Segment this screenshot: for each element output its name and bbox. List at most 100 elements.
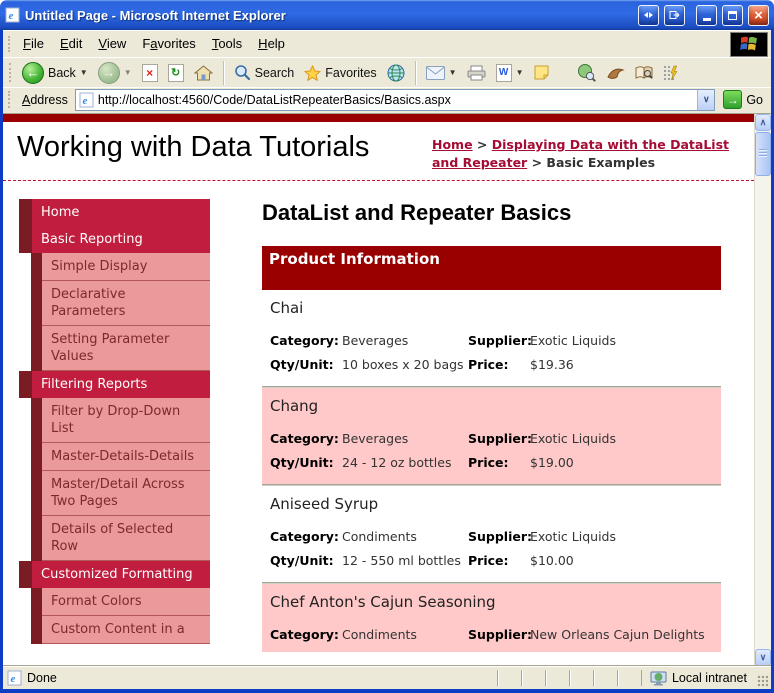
page-body: Home Basic Reporting Simple Display Decl… xyxy=(3,181,754,652)
back-label: Back xyxy=(48,65,76,80)
toolbar-grip[interactable] xyxy=(9,63,12,82)
address-label: Address xyxy=(22,92,68,107)
sidebar-item-label[interactable]: Details of Selected Row xyxy=(42,516,210,561)
sidebar-section-header[interactable]: Filtering Reports xyxy=(19,371,210,398)
history-button[interactable] xyxy=(383,62,409,84)
maximize-button[interactable] xyxy=(722,4,743,26)
category-value: Condiments xyxy=(342,529,417,544)
menu-favorites[interactable]: Favorites xyxy=(134,32,203,55)
sidebar-item[interactable]: Filter by Drop-Down List xyxy=(31,398,210,443)
scroll-down-button[interactable]: ∨ xyxy=(755,649,771,666)
sidebar-item[interactable]: Declarative Parameters xyxy=(31,281,210,326)
sidebar-section-label[interactable]: Home xyxy=(32,199,210,226)
sidebar-section-header[interactable]: Home xyxy=(19,199,210,226)
address-input[interactable]: e http://localhost:4560/Code/DataListRep… xyxy=(74,88,716,111)
scrollbar-track[interactable] xyxy=(755,177,771,649)
sidebar-item-label[interactable]: Custom Content in a xyxy=(42,616,210,644)
sidebar-item[interactable]: Master/Detail Across Two Pages xyxy=(31,471,210,516)
mail-dropdown-icon[interactable]: ▼ xyxy=(449,68,457,77)
close-button[interactable]: × xyxy=(748,4,769,26)
edit-dropdown-icon[interactable]: ▼ xyxy=(516,68,524,77)
forward-button[interactable]: → ▼ xyxy=(94,60,136,86)
breadcrumb-home-link[interactable]: Home xyxy=(432,137,473,152)
favorites-button[interactable]: Favorites xyxy=(300,63,380,83)
status-panel xyxy=(544,670,569,686)
sidebar-item-label[interactable]: Filter by Drop-Down List xyxy=(42,398,210,443)
address-dropdown-button[interactable]: ∨ xyxy=(697,89,715,110)
qty-label: Qty/Unit: xyxy=(270,455,334,470)
menu-view[interactable]: View xyxy=(90,32,134,55)
price-label: Price: xyxy=(468,553,509,568)
sidebar-item[interactable]: Master-Details-Details xyxy=(31,443,210,471)
research-globe-icon xyxy=(577,64,596,82)
breadcrumb-separator: > xyxy=(531,154,543,170)
bird-addon-button[interactable] xyxy=(602,63,629,83)
menu-file[interactable]: File xyxy=(15,32,52,55)
sidebar-item-label[interactable]: Master-Details-Details xyxy=(42,443,210,471)
edit-with-word-button[interactable]: W ▼ xyxy=(492,62,528,84)
search-icon xyxy=(234,65,250,81)
sidebar-item[interactable]: Format Colors xyxy=(31,588,210,616)
sidebar-item-label[interactable]: Declarative Parameters xyxy=(42,281,210,326)
resize-grip[interactable] xyxy=(757,675,769,687)
sidebar-accent-strip xyxy=(31,616,42,644)
address-bar: Address e http://localhost:4560/Code/Dat… xyxy=(3,87,771,113)
address-url[interactable]: http://localhost:4560/Code/DataListRepea… xyxy=(98,93,693,107)
sidebar-item[interactable]: Custom Content in a xyxy=(31,616,210,644)
product-row-qty: Qty/Unit: 10 boxes x 20 bags Price: $19.… xyxy=(270,357,713,372)
menu-edit[interactable]: Edit xyxy=(52,32,90,55)
zone-label: Local intranet xyxy=(671,671,747,685)
sidebar-item-label[interactable]: Master/Detail Across Two Pages xyxy=(42,471,210,516)
grid-lightning-icon xyxy=(663,65,677,80)
sidebar-item-label[interactable]: Format Colors xyxy=(42,588,210,616)
toolbar-grip[interactable] xyxy=(8,91,11,108)
status-text: Done xyxy=(27,671,57,685)
scroll-up-button[interactable]: ∧ xyxy=(755,114,771,131)
mail-button[interactable]: ▼ xyxy=(422,64,461,82)
product-information-banner: Product Information xyxy=(262,246,721,290)
back-button[interactable]: ← Back ▼ xyxy=(18,60,92,86)
menu-tools[interactable]: Tools xyxy=(204,32,250,55)
sidebar-item-label[interactable]: Simple Display xyxy=(42,253,210,281)
window-frame: File Edit View Favorites Tools Help ← Back ▼ … xyxy=(0,30,774,693)
sidebar-section-header[interactable]: Customized Formatting xyxy=(19,561,210,588)
menu-help[interactable]: Help xyxy=(250,32,293,55)
discuss-button[interactable] xyxy=(530,63,553,82)
search-button[interactable]: Search xyxy=(230,62,299,83)
book-search-button[interactable] xyxy=(631,63,657,82)
supplier-value: Exotic Liquids xyxy=(530,333,616,348)
sidebar-section-label[interactable]: Customized Formatting xyxy=(32,561,210,588)
grid-lightning-button[interactable] xyxy=(659,63,683,83)
sidebar-section-label[interactable]: Filtering Reports xyxy=(32,371,210,398)
home-button[interactable] xyxy=(190,63,217,83)
browser-viewport: Working with Data Tutorials Home > Displ… xyxy=(3,113,771,666)
print-button[interactable] xyxy=(463,63,490,83)
ie-logo-icon: e xyxy=(5,7,20,23)
sidebar-item-label[interactable]: Setting Parameter Values xyxy=(42,326,210,371)
sidebar-item[interactable]: Setting Parameter Values xyxy=(31,326,210,371)
sidebar-section-header[interactable]: Basic Reporting xyxy=(19,226,210,253)
back-dropdown-icon[interactable]: ▼ xyxy=(80,68,88,77)
price-label: Price: xyxy=(468,357,509,372)
product-list: Chai Category: Beverages Supplier: Exoti… xyxy=(262,290,721,652)
svg-text:e: e xyxy=(9,10,14,22)
scrollbar-thumb[interactable] xyxy=(755,132,771,176)
qty-value: 10 boxes x 20 bags xyxy=(342,357,464,372)
go-button[interactable]: → Go xyxy=(720,90,766,109)
window-popout-button[interactable] xyxy=(664,4,685,26)
vertical-scrollbar[interactable]: ∧ ∨ xyxy=(754,114,771,666)
sidebar-item[interactable]: Details of Selected Row xyxy=(31,516,210,561)
window-switch-button[interactable] xyxy=(638,4,659,26)
sidebar-item[interactable]: Simple Display xyxy=(31,253,210,281)
sidebar-section-label[interactable]: Basic Reporting xyxy=(32,226,210,253)
research-button[interactable] xyxy=(573,61,600,84)
menu-items: File Edit View Favorites Tools Help xyxy=(15,35,293,53)
title-bar[interactable]: e Untitled Page - Microsoft Internet Exp… xyxy=(0,0,774,30)
refresh-button[interactable]: ↻ xyxy=(164,62,188,84)
stop-button[interactable]: × xyxy=(138,62,162,84)
toolbar-grip[interactable] xyxy=(8,35,11,53)
minimize-button[interactable] xyxy=(696,4,717,26)
breadcrumb-current: Basic Examples xyxy=(546,154,656,170)
page-top-bar xyxy=(3,114,754,122)
price-value: $19.36 xyxy=(530,357,574,372)
